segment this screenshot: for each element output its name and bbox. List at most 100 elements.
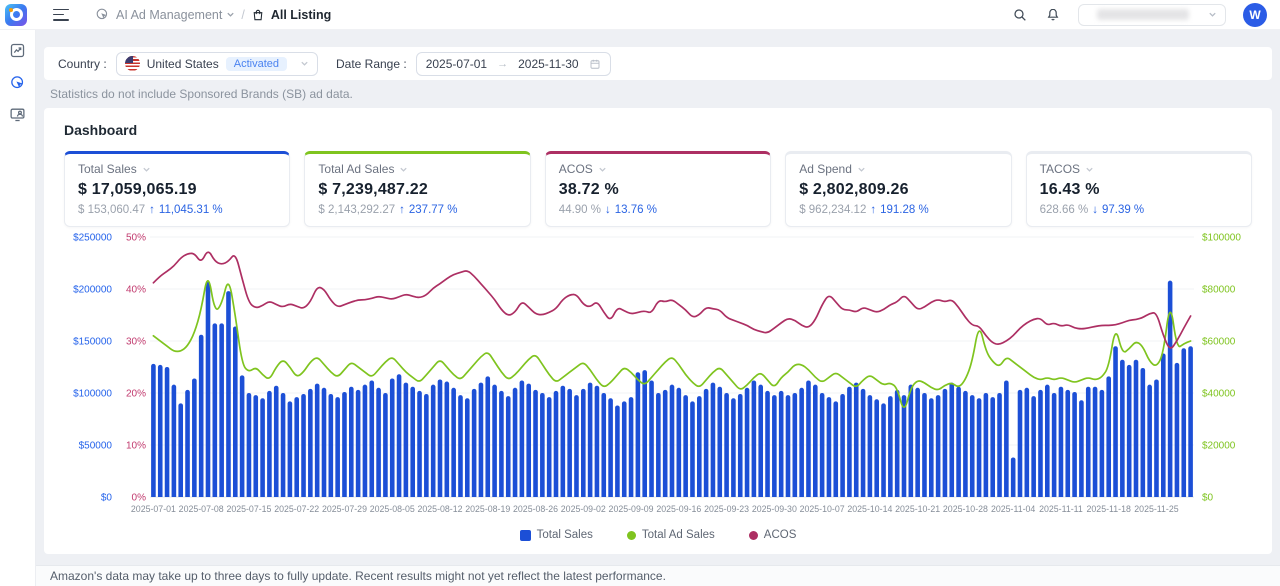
chevron-down-icon [598,165,607,174]
trend-arrow-icon: ↑ [870,204,876,216]
stat-card-acos: ACOS 38.72 % 44.90 % ↓ 13.76 % [545,151,771,227]
chevron-down-icon [857,165,866,174]
search-icon[interactable] [1012,7,1028,23]
chevron-down-icon [142,165,151,174]
svg-text:$250000: $250000 [73,233,112,244]
dashboard-card: Dashboard Total Sales $ 17,059,065.19 $ … [44,108,1272,554]
stat-metric-dropdown[interactable]: ACOS [559,162,757,176]
stat-comparison: 44.90 % ↓ 13.76 % [559,204,757,216]
page-title: Dashboard [64,120,1252,138]
chevron-down-icon [226,10,235,19]
svg-text:2025-10-21: 2025-10-21 [895,504,940,514]
breadcrumb-page[interactable]: All Listing [271,8,331,22]
main-content: Country : United States Activated Date R… [36,30,1280,586]
svg-text:2025-10-14: 2025-10-14 [847,504,892,514]
stat-label: Total Sales [78,162,137,176]
svg-text:0%: 0% [132,493,147,504]
svg-text:20%: 20% [126,389,146,400]
stat-metric-dropdown[interactable]: TACOS [1040,162,1238,176]
sidebar-item-analytics[interactable] [9,42,26,59]
legend-item-total-ad-sales[interactable]: Total Ad Sales [627,529,715,541]
svg-text:$100000: $100000 [1202,233,1241,244]
chevron-down-icon [399,165,408,174]
svg-text:$200000: $200000 [73,285,112,296]
country-value: United States [147,57,219,71]
trend-arrow-icon: ↓ [605,204,611,216]
svg-text:2025-11-11: 2025-11-11 [1039,504,1083,514]
date-range-picker[interactable]: 2025-07-01 → 2025-11-30 [416,52,611,76]
date-start-value: 2025-07-01 [426,57,487,71]
stat-cards-row: Total Sales $ 17,059,065.19 $ 153,060.47… [64,151,1252,227]
top-header: AI Ad Management / All Listing W [0,0,1280,30]
svg-text:50%: 50% [126,233,146,244]
stat-previous-value: $ 2,143,292.27 [318,204,395,216]
svg-text:$0: $0 [101,493,113,504]
stat-change-percent: 237.77 % [409,204,458,216]
svg-text:$40000: $40000 [1202,389,1236,400]
left-sidebar [0,30,36,586]
chart-legend: Total Sales Total Ad Sales ACOS [64,529,1252,541]
stat-comparison: 628.66 % ↓ 97.39 % [1040,204,1238,216]
notification-bell-icon[interactable] [1045,7,1061,23]
stat-change-percent: 191.28 % [880,204,929,216]
status-badge: Activated [226,57,287,71]
svg-text:2025-07-29: 2025-07-29 [322,504,367,514]
legend-marker-square [520,530,531,541]
sidebar-item-account-monitor[interactable] [9,106,26,123]
chevron-down-icon [1208,10,1217,19]
profile-select[interactable] [1078,4,1226,26]
stat-comparison: $ 962,234.12 ↑ 191.28 % [799,204,997,216]
header-actions: W [1012,3,1280,27]
stat-value: 16.43 % [1040,181,1238,199]
svg-text:2025-10-28: 2025-10-28 [943,504,988,514]
stat-value: $ 2,802,809.26 [799,181,997,199]
svg-text:2025-08-19: 2025-08-19 [465,504,510,514]
legend-label: ACOS [764,529,797,541]
breadcrumb: AI Ad Management / All Listing [95,7,331,22]
stat-card-total-sales: Total Sales $ 17,059,065.19 $ 153,060.47… [64,151,290,227]
country-select[interactable]: United States Activated [116,52,318,76]
calendar-icon [589,58,601,70]
stat-previous-value: $ 962,234.12 [799,204,866,216]
svg-text:$100000: $100000 [73,389,112,400]
menu-toggle-button[interactable] [53,9,69,21]
svg-text:40%: 40% [126,285,146,296]
svg-text:2025-08-05: 2025-08-05 [370,504,415,514]
date-range-label: Date Range : [336,57,407,71]
svg-text:$150000: $150000 [73,337,112,348]
date-end-value: 2025-11-30 [518,57,579,71]
svg-text:2025-11-04: 2025-11-04 [991,504,1035,514]
legend-item-acos[interactable]: ACOS [749,529,797,541]
svg-text:2025-08-12: 2025-08-12 [418,504,463,514]
legend-marker-dot [749,531,758,540]
data-delay-note: Amazon's data may take up to three days … [36,565,1280,586]
svg-text:2025-08-26: 2025-08-26 [513,504,558,514]
stat-metric-dropdown[interactable]: Total Sales [78,162,276,176]
svg-text:2025-09-16: 2025-09-16 [656,504,701,514]
app-logo[interactable] [5,4,27,26]
svg-text:$60000: $60000 [1202,337,1236,348]
stat-metric-dropdown[interactable]: Total Ad Sales [318,162,516,176]
country-label: Country : [58,57,107,71]
trend-arrow-icon: ↓ [1092,204,1098,216]
sidebar-item-ad-management[interactable] [9,74,26,91]
legend-label: Total Sales [537,529,593,541]
stat-value: $ 7,239,487.22 [318,181,516,199]
svg-text:2025-11-25: 2025-11-25 [1134,504,1178,514]
shopping-bag-icon [251,8,265,22]
svg-text:2025-07-22: 2025-07-22 [274,504,319,514]
stat-card-ad-spend: Ad Spend $ 2,802,809.26 $ 962,234.12 ↑ 1… [785,151,1011,227]
stat-label: Ad Spend [799,162,852,176]
svg-text:$0: $0 [1202,493,1214,504]
trend-arrow-icon: ↑ [149,204,155,216]
svg-text:10%: 10% [126,441,146,452]
stat-value: 38.72 % [559,181,757,199]
performance-chart[interactable]: $25000050%$100000$20000040%$80000$150000… [64,231,1252,521]
user-avatar[interactable]: W [1243,3,1267,27]
stat-metric-dropdown[interactable]: Ad Spend [799,162,997,176]
svg-text:2025-09-30: 2025-09-30 [752,504,797,514]
breadcrumb-app-dropdown[interactable]: AI Ad Management [116,8,235,22]
legend-item-total-sales[interactable]: Total Sales [520,529,593,541]
stat-card-total-ad-sales: Total Ad Sales $ 7,239,487.22 $ 2,143,29… [304,151,530,227]
ad-target-icon [95,7,110,22]
